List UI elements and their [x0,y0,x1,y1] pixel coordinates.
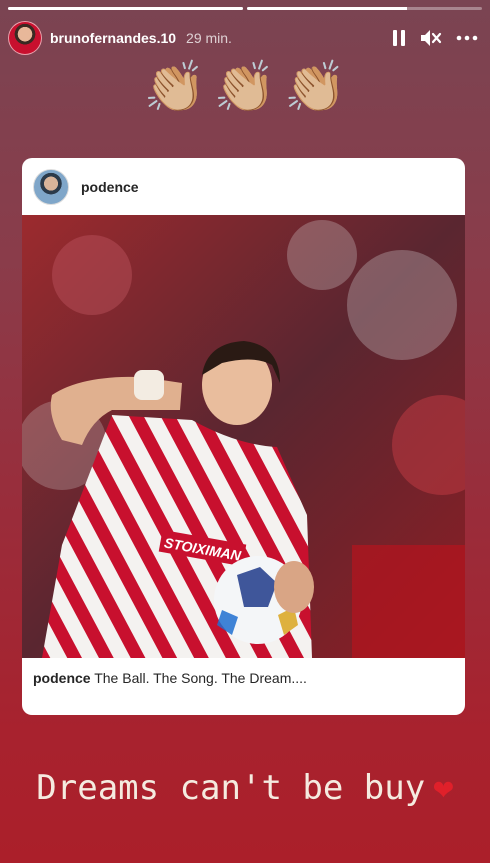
more-options-icon[interactable] [456,35,478,41]
clap-emoji: 👏🏼 [213,59,277,115]
progress-segment [8,7,243,10]
progress-fill [247,7,407,10]
story-progress-bar [8,7,482,10]
progress-fill [8,7,243,10]
overlay-text: Dreams can't be buy [36,768,426,808]
progress-segment [247,7,482,10]
clap-emoji: 👏🏼 [143,59,206,115]
shared-post-card[interactable]: podence STOIXIMAN podence The Ball. The … [22,158,465,715]
post-caption: podence The Ball. The Song. The Dream...… [33,658,454,698]
caption-username[interactable]: podence [33,670,91,686]
story-header: brunofernandes.10 29 min. [8,20,478,56]
heart-emoji: ❤ [433,768,454,808]
story-timestamp: 29 min. [186,30,232,46]
clap-emoji: 👏🏼 [284,59,347,115]
story-username[interactable]: brunofernandes.10 [50,30,176,46]
post-header: podence [22,158,465,215]
story-controls [392,29,478,47]
pause-icon[interactable] [392,29,406,47]
avatar[interactable] [8,21,42,55]
mute-icon[interactable] [420,29,442,47]
caption-text: The Ball. The Song. The Dream.... [94,670,307,686]
post-username[interactable]: podence [81,179,139,195]
post-photo[interactable]: STOIXIMAN [22,215,465,658]
post-avatar[interactable] [33,168,69,205]
football-player-photo: STOIXIMAN [22,215,465,658]
story-text-overlay: Dreams can't be buy ❤ [0,768,490,808]
clap-stickers: 👏🏼 👏🏼 👏🏼 [0,62,490,112]
